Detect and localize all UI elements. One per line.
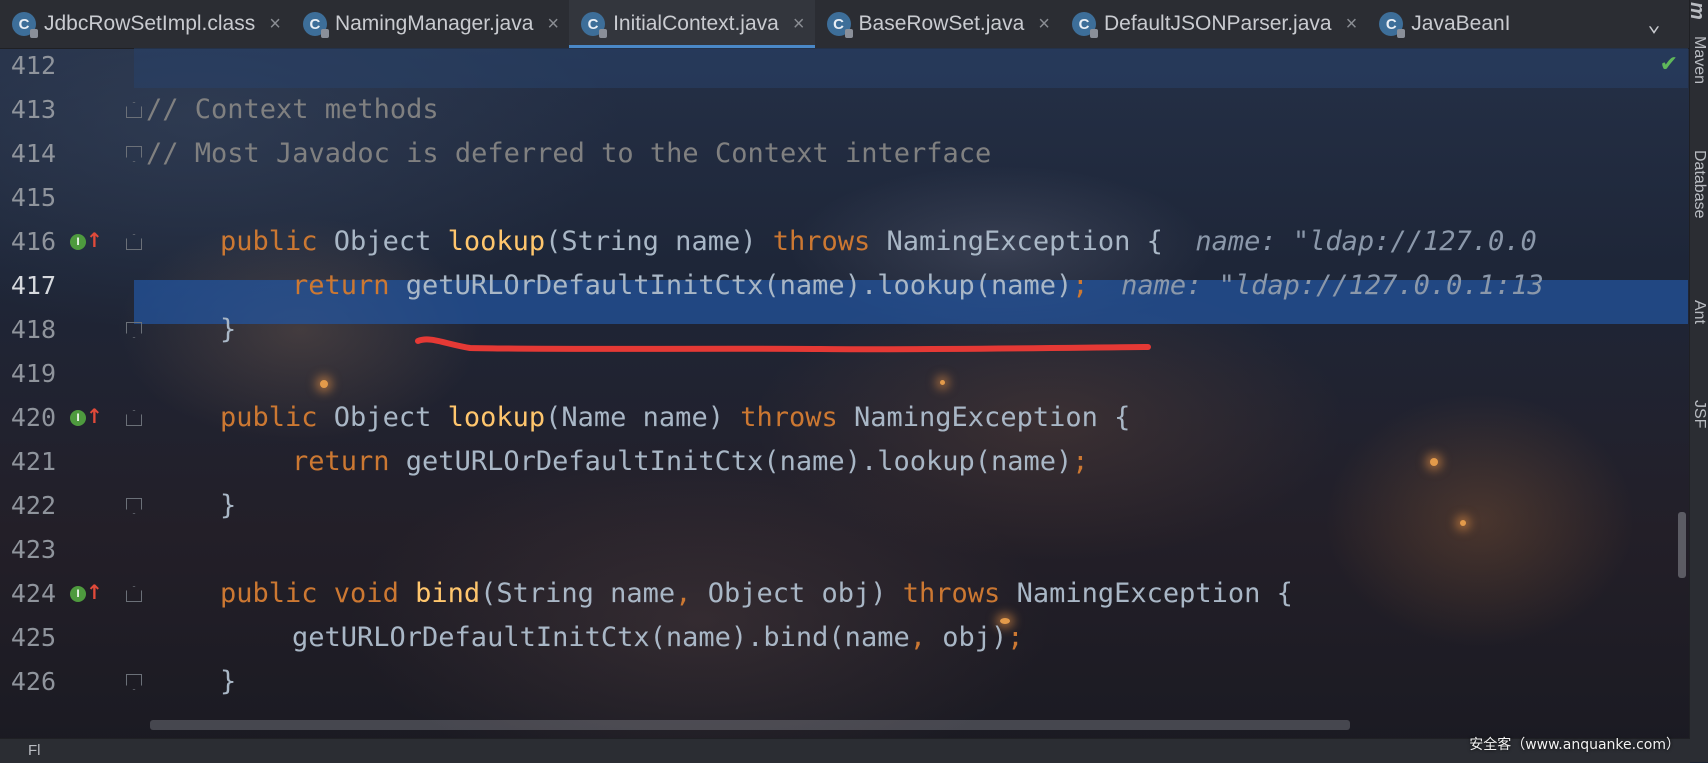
- bottom-tool-label[interactable]: Fl: [28, 739, 41, 763]
- site-watermark: 安全客（www.anquanke.com）: [1469, 737, 1680, 753]
- bottom-tool-bar: Fl: [0, 738, 1690, 763]
- inspection-ok-icon[interactable]: ✔: [1660, 52, 1678, 77]
- vertical-scrollbar[interactable]: [1678, 512, 1686, 578]
- horizontal-scrollbar[interactable]: [150, 720, 1350, 730]
- red-underline-annotation: [415, 336, 1151, 353]
